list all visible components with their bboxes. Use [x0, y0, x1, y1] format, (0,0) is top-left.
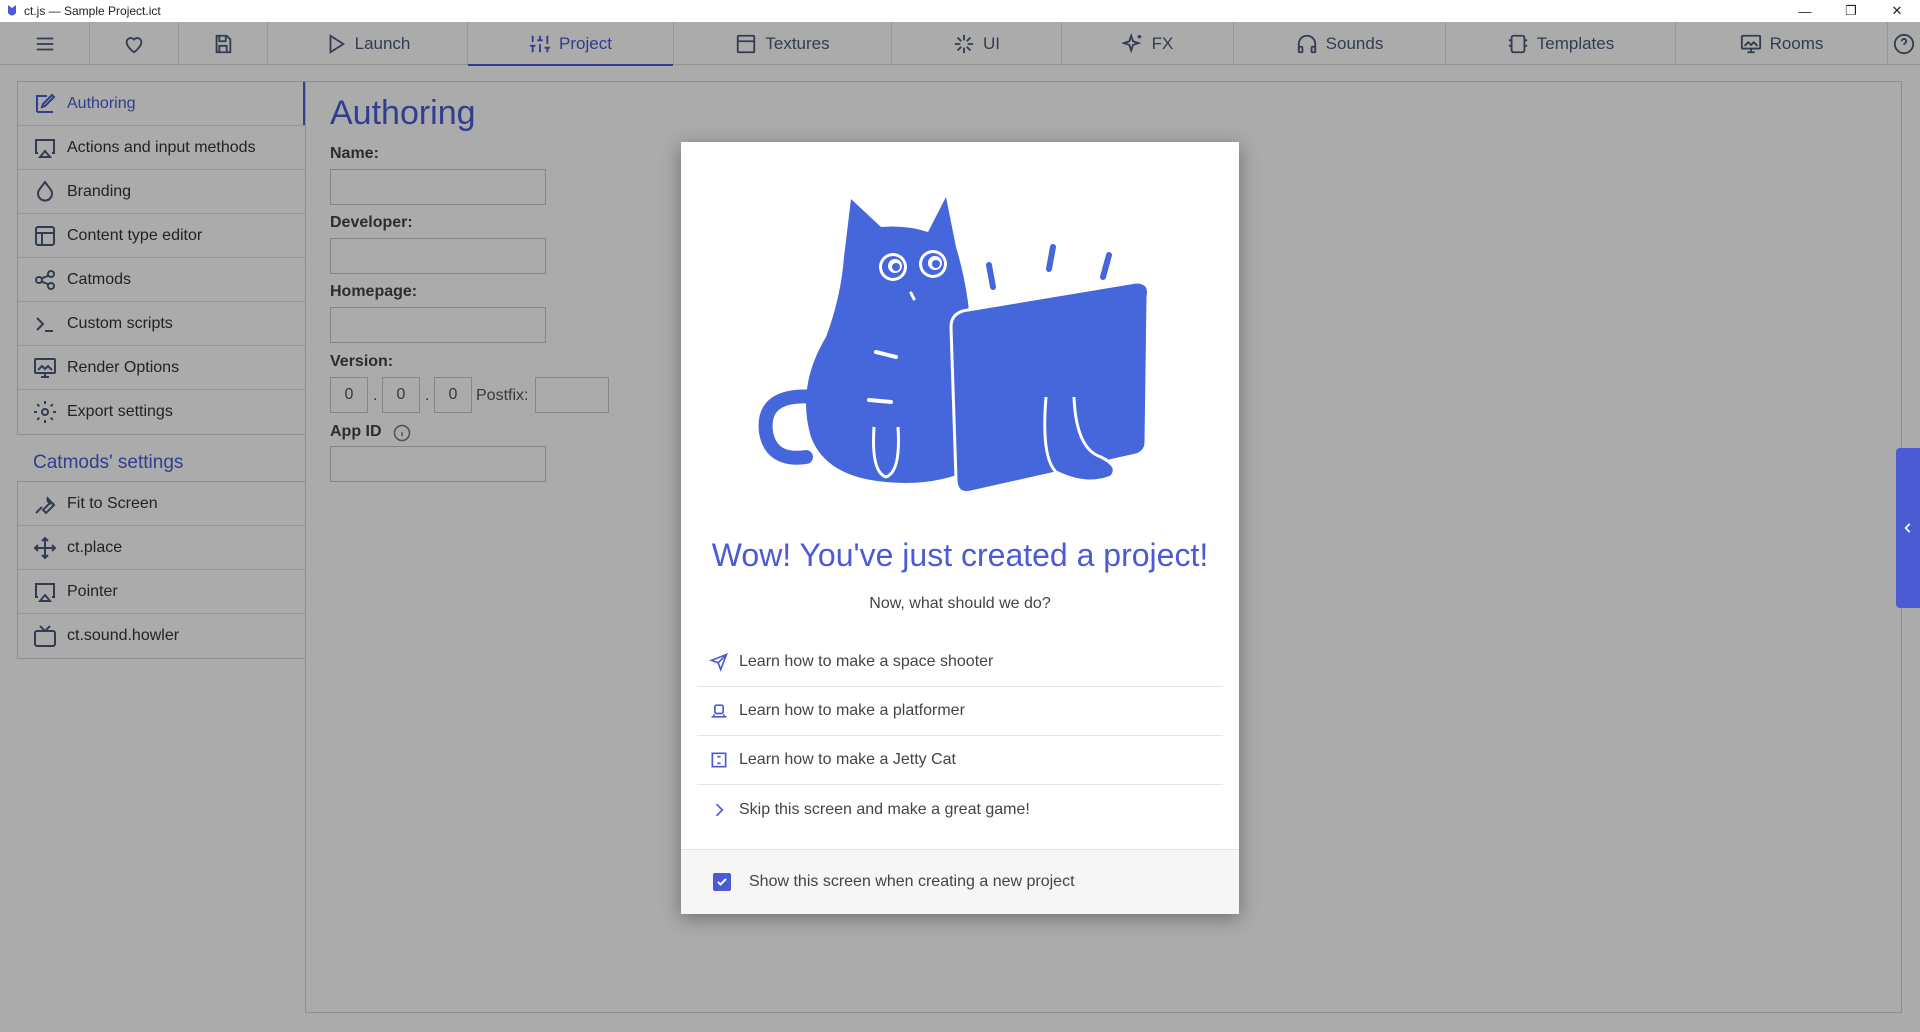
platformer-icon [711, 704, 727, 718]
dialog-title: Wow! You've just created a project! [711, 537, 1209, 573]
option-label: Learn how to make a Jetty Cat [739, 751, 956, 768]
restore-button[interactable]: ❐ [1828, 0, 1874, 22]
option-label: Skip this screen and make a great game! [739, 800, 1030, 818]
jetty-cat-tutorial-link[interactable]: Learn how to make a Jetty Cat [697, 736, 1223, 785]
close-window-button[interactable]: ✕ [1874, 0, 1920, 22]
side-panel-toggle[interactable] [1896, 448, 1920, 608]
cat-with-laptop-illustration [758, 197, 1150, 494]
window-title: ct.js — Sample Project.ict [24, 4, 161, 18]
dialog-options: Learn how to make a space shooter Learn … [697, 638, 1223, 834]
dialog-subtitle: Now, what should we do? [869, 595, 1051, 612]
project-created-dialog: Wow! You've just created a project! Now,… [681, 142, 1239, 914]
minimize-button[interactable]: — [1782, 0, 1828, 22]
platformer-tutorial-link[interactable]: Learn how to make a platformer [697, 687, 1223, 736]
jettycat-icon [711, 752, 727, 768]
ctjs-logo-icon [8, 5, 16, 16]
show-screen-checkbox[interactable] [713, 873, 731, 891]
checkmark-icon [717, 878, 727, 886]
dialog-footer: Show this screen when creating a new pro… [681, 849, 1239, 914]
space-shooter-tutorial-link[interactable]: Learn how to make a space shooter [697, 638, 1223, 687]
chevron-right-icon [715, 803, 724, 816]
window-titlebar: ct.js — Sample Project.ict — ❐ ✕ [0, 0, 1920, 22]
chevron-left-icon [1904, 523, 1911, 533]
send-icon [709, 653, 728, 672]
show-screen-label[interactable]: Show this screen when creating a new pro… [749, 873, 1075, 891]
skip-screen-link[interactable]: Skip this screen and make a great game! [697, 785, 1223, 834]
option-label: Learn how to make a space shooter [739, 653, 994, 670]
option-label: Learn how to make a platformer [739, 702, 965, 719]
